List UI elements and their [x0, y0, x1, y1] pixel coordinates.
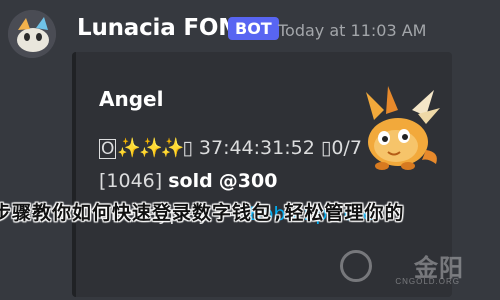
embed-line-sale: [1046] sold @300 — [99, 170, 277, 192]
unknown-glyph: ▯ — [182, 137, 193, 159]
axie-id: [1046] — [99, 170, 163, 192]
watermark-site: CNGOLD.ORG — [395, 277, 460, 286]
unknown-glyph-2: ▯ — [320, 137, 332, 159]
bot-badge: BOT — [228, 17, 279, 40]
embed-line-status: O ✨✨✨▯ 37:44:31:52 ▯0/7 — [99, 136, 362, 159]
status-box: O — [99, 139, 117, 159]
message-timestamp: Today at 11:03 AM — [278, 21, 427, 40]
embed-color-bar — [72, 52, 76, 297]
sparkles-icon: ✨✨✨ — [117, 137, 184, 159]
overlay-caption: 步骤教你如何快速登录数字钱包,轻松管理你的 — [0, 202, 405, 224]
embed-title: Angel — [99, 87, 164, 111]
message-embed: Angel O ✨✨✨▯ 37:44:31:52 ▯0/7 [1046] sold… — [72, 52, 452, 297]
watermark-logo-icon — [340, 250, 372, 282]
countdown-time: 37:44:31:52 — [198, 137, 315, 159]
sale-action: sold — [168, 170, 213, 192]
bot-avatar[interactable] — [8, 10, 56, 58]
sale-price: @300 — [218, 170, 278, 192]
axie-avatar-icon — [8, 10, 56, 58]
axie-thumbnail-icon[interactable] — [356, 80, 442, 175]
